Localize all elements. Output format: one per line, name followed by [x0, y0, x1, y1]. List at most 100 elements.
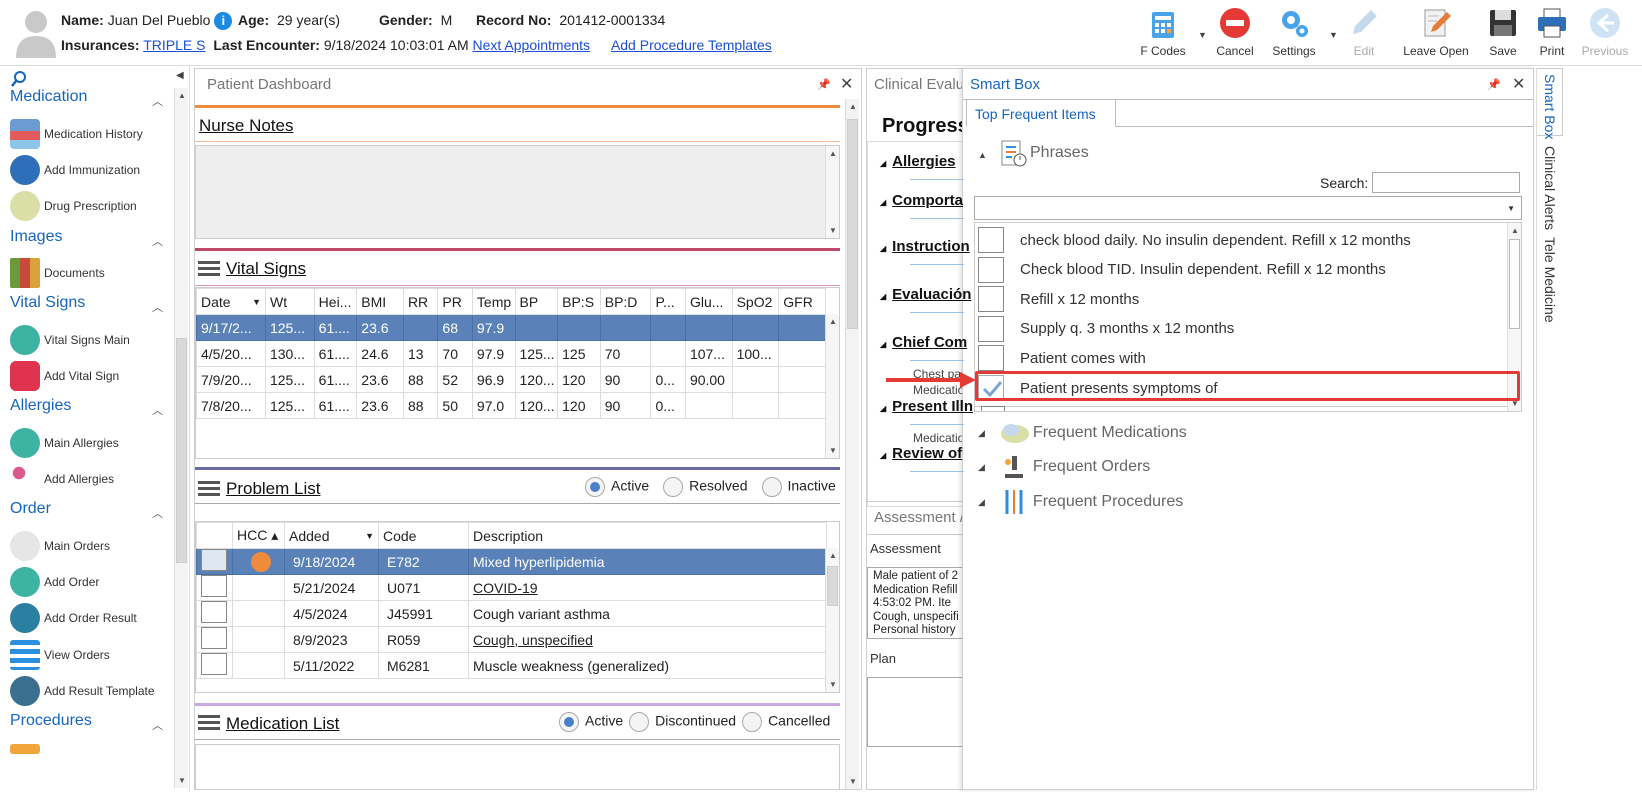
vital-signs-menu-icon[interactable] — [198, 261, 220, 277]
scroll-up-icon[interactable]: ▲ — [849, 102, 857, 111]
nav-item-vital-signs-main[interactable]: Vital Signs Main — [10, 325, 130, 355]
dashboard-scrollbar[interactable]: ▲ ▼ — [845, 99, 859, 789]
nav-scroll-down-icon[interactable]: ▼ — [178, 776, 186, 785]
clinical-section-3[interactable]: ◢ Evaluación — [880, 286, 971, 303]
frequent-medications-group[interactable]: ◢ Frequent Medications — [978, 420, 1187, 446]
table-row[interactable]: 7/9/20... 125... 61.... 23.6 88 52 96.9 120... 1… — [196, 366, 826, 393]
nav-item-add-order-result[interactable]: Add Order Result — [10, 603, 137, 633]
collapse-phrases-icon[interactable]: ▲ — [978, 150, 987, 160]
medication-list-menu-icon[interactable] — [198, 715, 220, 731]
phrase-item[interactable]: Patient comes with — [978, 344, 1508, 372]
phrase-checkbox[interactable] — [978, 315, 1004, 342]
filter-inactive-radio[interactable]: Inactive — [761, 477, 836, 497]
row-select-checkbox[interactable] — [196, 574, 233, 601]
table-row[interactable]: 9/18/2024 E782 Mixed hyperlipidemia — [196, 548, 827, 575]
vital-col-6[interactable]: Temp — [471, 288, 516, 315]
vital-col-11[interactable]: Glu... — [684, 288, 733, 315]
side-tab-clinical-alerts[interactable]: Clinical Alerts — [1542, 146, 1558, 230]
tab-top-frequent-items[interactable]: Top Frequent Items — [966, 99, 1116, 127]
phrase-item[interactable]: Check blood TID. Insulin dependent. Refi… — [978, 256, 1508, 284]
frequent-procedures-group[interactable]: ◢ Frequent Procedures — [978, 488, 1183, 516]
med-filter-discontinued-radio[interactable]: Discontinued — [629, 712, 736, 732]
table-row[interactable]: 8/9/2023 R059 Cough, unspecified — [196, 626, 827, 653]
nav-item-drug-prescription[interactable]: Drug Prescription — [10, 191, 137, 221]
frequent-orders-group[interactable]: ◢ Frequent Orders — [978, 454, 1150, 480]
nav-item-add-order[interactable]: Add Order — [10, 567, 99, 597]
filter-active-radio[interactable]: Active — [585, 477, 649, 497]
collapse-nav-icon[interactable]: ◀ — [176, 70, 184, 81]
search-input[interactable] — [1372, 172, 1520, 193]
expand-icon[interactable]: ◢ — [978, 428, 985, 439]
table-row[interactable]: 5/21/2024 U071 COVID-19 — [196, 574, 827, 601]
phrase-checkbox[interactable] — [978, 286, 1004, 313]
filter-resolved-radio[interactable]: Resolved — [663, 477, 748, 497]
med-filter-cancelled-radio[interactable]: Cancelled — [742, 712, 830, 732]
phrase-category-select[interactable]: ▼ — [974, 196, 1522, 220]
vital-col-0[interactable]: Date ▼ — [196, 288, 266, 315]
vital-col-3[interactable]: BMI — [356, 288, 404, 315]
vital-col-8[interactable]: BP:S — [557, 288, 601, 315]
clinical-section-2[interactable]: ◢ Instruction — [880, 238, 970, 255]
col-code[interactable]: Code — [378, 522, 469, 549]
phrases-heading[interactable]: Phrases — [1030, 144, 1089, 162]
col-description[interactable]: Description — [468, 522, 827, 549]
vital-col-1[interactable]: Wt — [264, 288, 315, 315]
row-select-checkbox[interactable] — [196, 548, 233, 575]
scroll-up-icon[interactable]: ▲ — [829, 551, 837, 560]
nav-item-documents[interactable]: Documents — [10, 258, 105, 288]
med-filter-active-radio[interactable]: Active — [559, 712, 623, 732]
chevron-up-icon[interactable]: ︿ — [152, 717, 163, 733]
previous-button[interactable]: Previous — [1574, 4, 1636, 62]
side-tab-tele-medicine[interactable]: Tele Medicine — [1542, 237, 1558, 323]
insurance-link[interactable]: TRIPLE S — [143, 37, 205, 53]
nav-scrollbar[interactable]: ▲ ▼ — [174, 88, 188, 788]
chevron-up-icon[interactable]: ︿ — [152, 505, 163, 521]
clinical-section-0[interactable]: ◢ Allergies — [880, 153, 956, 170]
clinical-section-5[interactable]: ◢ Present Illn — [880, 398, 973, 415]
nav-section-medication[interactable]: Medication — [10, 88, 87, 106]
vital-col-9[interactable]: BP:D — [599, 288, 652, 315]
phrase-checkbox[interactable] — [978, 256, 1004, 283]
expand-icon[interactable]: ◢ — [978, 497, 985, 508]
nav-section-order[interactable]: Order — [10, 500, 51, 518]
row-select-checkbox[interactable] — [196, 652, 233, 679]
table-row[interactable]: 5/11/2022 M6281 Muscle weakness (generaliz… — [196, 652, 827, 679]
phrase-checkbox[interactable] — [978, 227, 1004, 253]
side-tab-smart-box[interactable]: Smart Box — [1542, 74, 1558, 139]
col-added[interactable]: Added ▼ — [284, 522, 379, 549]
info-icon[interactable]: i — [214, 12, 233, 31]
nav-section-vital-signs[interactable]: Vital Signs — [10, 294, 85, 312]
chevron-up-icon[interactable]: ︿ — [152, 402, 163, 418]
leave-open-button[interactable]: Leave Open — [1401, 4, 1471, 62]
scroll-down-icon[interactable]: ▼ — [849, 777, 857, 786]
chevron-up-icon[interactable]: ︿ — [152, 299, 163, 315]
plan-textarea[interactable] — [867, 677, 965, 747]
edit-button[interactable]: Edit — [1333, 4, 1395, 62]
description-cell[interactable]: Cough, unspecified — [468, 626, 827, 653]
nav-item-medication-history[interactable]: Medication History — [10, 119, 143, 149]
clinical-section-1[interactable]: ◢ Comporta — [880, 192, 963, 209]
close-icon[interactable]: ✕ — [840, 74, 853, 94]
scroll-up-icon[interactable]: ▲ — [829, 317, 837, 326]
add-procedure-templates-link[interactable]: Add Procedure Templates — [611, 37, 772, 53]
clinical-section-6[interactable]: ◢ Review of — [880, 445, 962, 462]
clinical-section-4[interactable]: ◢ Chief Com — [880, 334, 967, 351]
fcodes-button[interactable]: F Codes — [1132, 4, 1194, 62]
cancel-button[interactable]: Cancel — [1204, 4, 1266, 62]
row-select-checkbox[interactable] — [196, 600, 233, 627]
nav-item-main-allergies[interactable]: Main Allergies — [10, 428, 119, 458]
table-row[interactable]: 7/8/20... 125... 61.... 23.6 88 50 97.0 120... 1… — [196, 392, 826, 419]
nav-section-procedures[interactable]: Procedures — [10, 712, 92, 730]
nav-scroll-up-icon[interactable]: ▲ — [178, 91, 186, 100]
chevron-up-icon[interactable]: ︿ — [152, 233, 163, 249]
col-hcc[interactable]: HCC ▴ — [232, 522, 285, 549]
expand-icon[interactable]: ◢ — [978, 462, 985, 473]
vital-col-12[interactable]: SpO2 — [731, 288, 780, 315]
settings-button[interactable]: Settings — [1263, 4, 1325, 62]
vital-col-13[interactable]: GFR — [778, 288, 826, 315]
nav-item-view-orders[interactable]: View Orders — [10, 640, 110, 670]
table-row[interactable]: 9/17/2... 125... 61.... 23.6 68 97.9 — [196, 314, 826, 341]
table-row[interactable]: 4/5/2024 J45991 Cough variant asthma — [196, 600, 827, 627]
vital-col-7[interactable]: BP — [514, 288, 559, 315]
nav-item-add-vital-sign[interactable]: Add Vital Sign — [10, 361, 119, 391]
